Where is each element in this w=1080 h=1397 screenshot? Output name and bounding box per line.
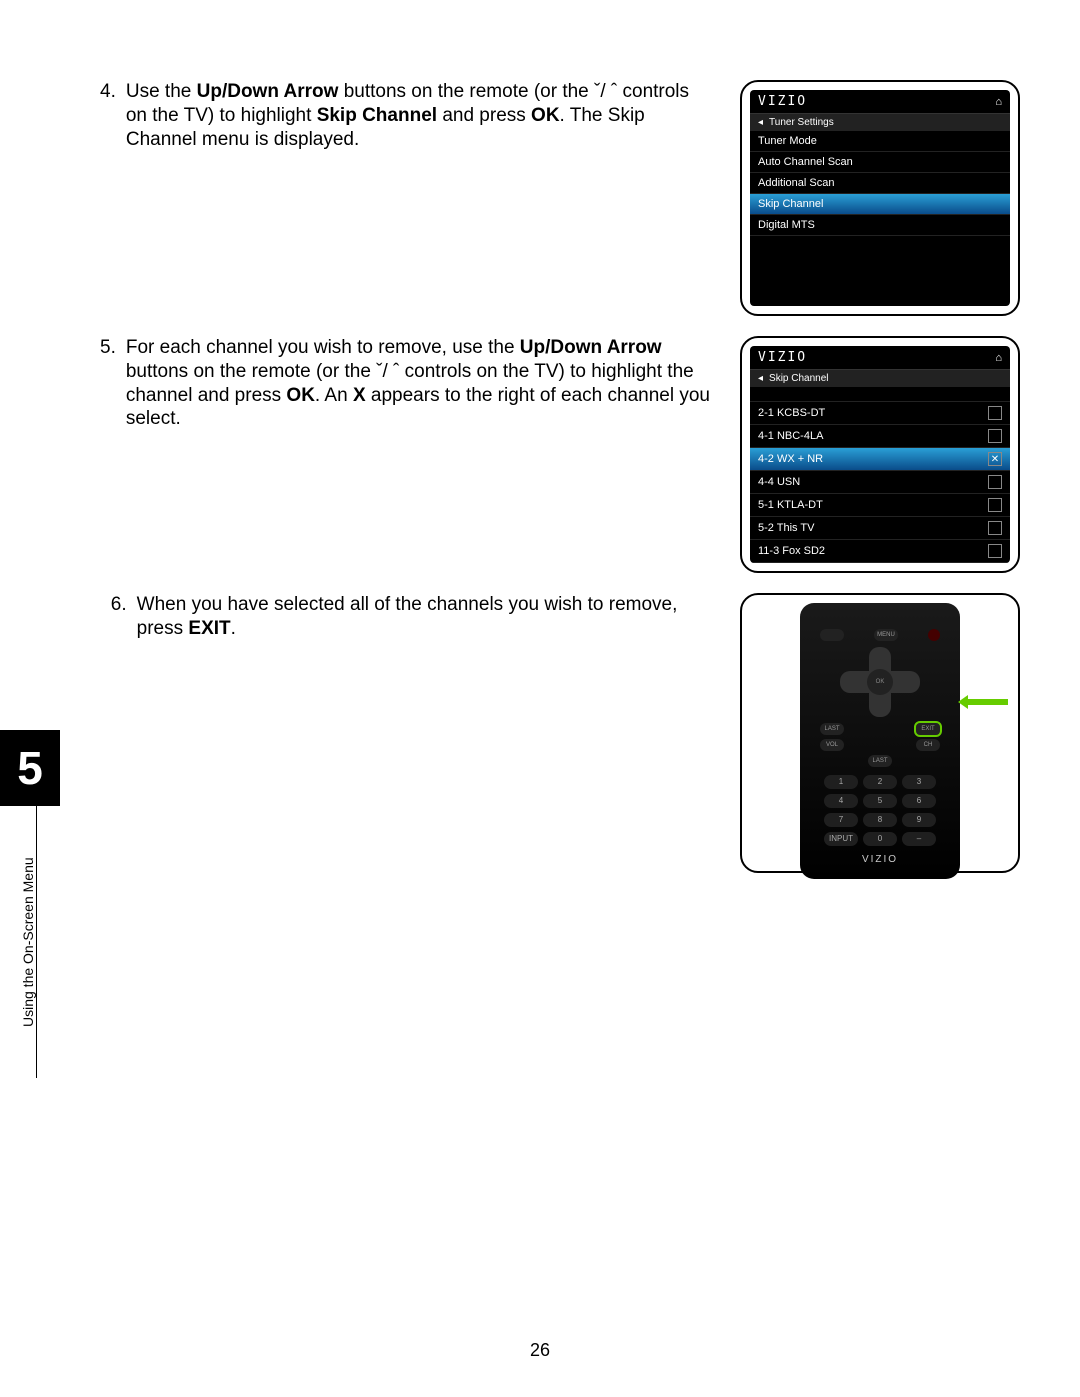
remote-brand: VIZIO [810,854,950,865]
channel-row: 5-1 KTLA-DT [750,494,1010,517]
channel-row: 4-2 WX + NR✕ [750,448,1010,471]
remote-key: 6 [902,794,936,808]
remote-btn [928,629,940,641]
chapter-label: Using the On-Screen Menu [20,806,37,1078]
remote-key: 3 [902,775,936,789]
menu-item: Auto Channel Scan [750,152,1010,173]
step-number: 4. [100,80,126,316]
step-6-row: 6. When you have selected all of the cha… [100,593,1020,873]
channel-row: 2-1 KCBS-DT [750,402,1010,425]
remote-btn-last: LAST [820,723,844,735]
step-number: 5. [100,336,126,573]
menu-item: Tuner Mode [750,131,1010,152]
remote-key: 2 [863,775,897,789]
chapter-tab: 5 Using the On-Screen Menu [0,730,60,1078]
step-number: 6. [100,593,137,873]
remote-key: 8 [863,813,897,827]
remote-dpad: OK [840,647,920,717]
breadcrumb: ◂ Tuner Settings [750,114,1010,131]
step-5-row: 5. For each channel you wish to remove, … [100,336,1020,573]
figure-remote: MENU OK LAST EXIT VOL CH [740,593,1020,873]
menu-item: Digital MTS [750,215,1010,236]
remote-btn-exit: EXIT [916,723,940,735]
step-body: Use the Up/Down Arrow buttons on the rem… [126,80,710,316]
breadcrumb: ◂ Skip Channel [750,370,1010,387]
home-icon: ⌂ [995,96,1002,108]
step-6-text: 6. When you have selected all of the cha… [100,593,710,873]
crumb-label: Skip Channel [769,373,828,384]
ok-button: OK [867,669,893,695]
remote-key: 0 [863,832,897,846]
channel-row: 5-2 This TV [750,517,1010,540]
remote-btn-menu: MENU [874,629,898,641]
chapter-number: 5 [0,730,60,806]
menu-list-2: 2-1 KCBS-DT4-1 NBC-4LA4-2 WX + NR✕4-4 US… [750,402,1010,563]
remote-btn-last2: LAST [868,755,892,767]
manual-page: 4. Use the Up/Down Arrow buttons on the … [0,0,1080,1397]
remote-keypad: 123 456 789 INPUT 0– [824,775,936,846]
remote-btn [820,629,844,641]
menu-item: Additional Scan [750,173,1010,194]
remote-key: – [902,832,936,846]
remote-key: 1 [824,775,858,789]
remote-btn-ch: CH [916,739,940,751]
remote-key: 9 [902,813,936,827]
exit-arrow-icon [958,695,1008,709]
remote-control: MENU OK LAST EXIT VOL CH [800,603,960,879]
tv-screen-1: VIZIO ⌂ ◂ Tuner Settings Tuner ModeAuto … [750,90,1010,306]
back-icon: ◂ [758,117,763,128]
remote-key: 5 [863,794,897,808]
remote-key: 7 [824,813,858,827]
menu-list-1: Tuner ModeAuto Channel ScanAdditional Sc… [750,131,1010,236]
figure-tuner-settings: VIZIO ⌂ ◂ Tuner Settings Tuner ModeAuto … [740,80,1020,316]
tv-screen-2: VIZIO ⌂ ◂ Skip Channel 2-1 KCBS-DT4-1 NB… [750,346,1010,563]
step-4-row: 4. Use the Up/Down Arrow buttons on the … [100,80,1020,316]
channel-row: 11-3 Fox SD2 [750,540,1010,563]
page-number: 26 [0,1340,1080,1361]
step-body: For each channel you wish to remove, use… [126,336,710,573]
figure-skip-channel: VIZIO ⌂ ◂ Skip Channel 2-1 KCBS-DT4-1 NB… [740,336,1020,573]
menu-item: Skip Channel [750,194,1010,215]
remote-key: INPUT [824,832,858,846]
channel-row: 4-1 NBC-4LA [750,425,1010,448]
step-body: When you have selected all of the channe… [137,593,710,873]
brand-label: VIZIO [758,94,807,109]
crumb-label: Tuner Settings [769,117,834,128]
step-5-text: 5. For each channel you wish to remove, … [100,336,710,573]
remote-mid-row: LAST EXIT [820,723,940,735]
home-icon: ⌂ [995,352,1002,364]
step-4-text: 4. Use the Up/Down Arrow buttons on the … [100,80,710,316]
brand-label: VIZIO [758,350,807,365]
remote-btn-vol: VOL [820,739,844,751]
remote-key: 4 [824,794,858,808]
remote-top-row: MENU [820,629,940,641]
back-icon: ◂ [758,373,763,384]
channel-row: 4-4 USN [750,471,1010,494]
